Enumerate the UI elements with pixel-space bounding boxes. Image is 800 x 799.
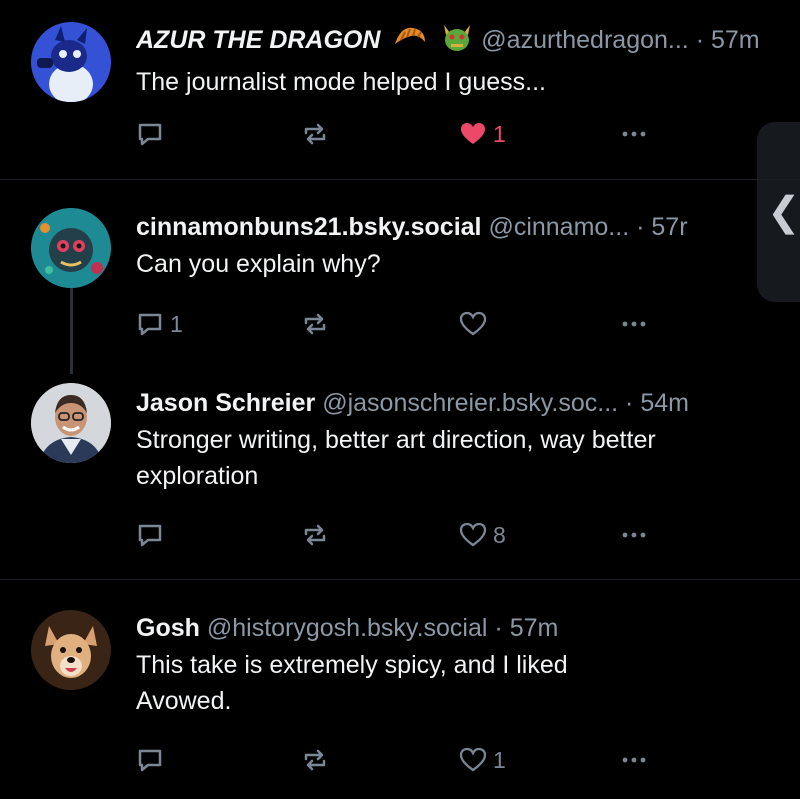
repost-button[interactable] xyxy=(301,519,335,551)
handle[interactable]: @azurthedragon... xyxy=(481,26,688,54)
avatar[interactable] xyxy=(31,208,111,288)
dragon-face-emoji xyxy=(440,23,474,60)
avatar[interactable] xyxy=(31,383,111,463)
reply-button[interactable]: 1 xyxy=(136,308,183,340)
handle[interactable]: @jasonschreier.bsky.soc... xyxy=(322,389,618,417)
post-actions: 1 xyxy=(136,744,656,776)
dog-avatar-image xyxy=(31,610,111,690)
post-azur[interactable]: AZUR THE DRAGON @azurthedragon... · 57m … xyxy=(0,0,800,180)
heart-filled-icon xyxy=(461,123,485,144)
reply-icon xyxy=(138,123,162,146)
dragon-avatar-image xyxy=(31,22,111,102)
post-text: The journalist mode helped I guess... xyxy=(136,68,546,96)
post-text: Stronger writing, better art direction, … xyxy=(136,426,656,490)
person-avatar-image xyxy=(31,383,111,463)
post-actions: 8 xyxy=(136,519,656,551)
like-button[interactable]: 1 xyxy=(459,118,506,150)
handle[interactable]: @historygosh.bsky.social xyxy=(207,614,488,642)
post-jason-schreier[interactable]: Jason Schreier @jasonschreier.bsky.soc..… xyxy=(0,365,800,580)
like-count: 1 xyxy=(493,746,506,773)
handle[interactable]: @cinnamo... xyxy=(488,213,629,241)
reply-count: 1 xyxy=(170,310,183,337)
post-cinnamonbuns[interactable]: cinnamonbuns21.bsky.social @cinnamo... ·… xyxy=(0,180,800,365)
reply-icon xyxy=(138,749,162,772)
avatar[interactable] xyxy=(31,610,111,690)
like-button[interactable] xyxy=(459,308,493,340)
display-name[interactable]: AZUR THE DRAGON xyxy=(136,26,380,54)
post-header: AZUR THE DRAGON @azurthedragon... · 57m xyxy=(136,23,770,60)
ellipsis-icon xyxy=(622,321,646,327)
display-name[interactable]: cinnamonbuns21.bsky.social xyxy=(136,213,481,241)
post-text: Can you explain why? xyxy=(136,250,381,278)
heart-outline-icon xyxy=(459,747,487,772)
repost-button[interactable] xyxy=(301,118,335,150)
art-avatar-image xyxy=(31,208,111,288)
repost-button[interactable] xyxy=(301,744,335,776)
timestamp[interactable]: 57m xyxy=(510,614,559,642)
timestamp[interactable]: 57m xyxy=(711,26,760,54)
post-header: Jason Schreier @jasonschreier.bsky.soc..… xyxy=(136,389,689,417)
post-header: Gosh @historygosh.bsky.social · 57m xyxy=(136,614,559,642)
more-options-button[interactable] xyxy=(620,744,648,776)
timestamp[interactable]: 54m xyxy=(640,389,689,417)
more-options-button[interactable] xyxy=(620,118,648,150)
croissant-emoji xyxy=(393,24,427,59)
more-options-button[interactable] xyxy=(620,308,648,340)
repost-icon xyxy=(304,313,326,335)
timestamp[interactable]: 57r xyxy=(651,213,687,241)
avatar[interactable] xyxy=(31,22,111,102)
reply-button[interactable] xyxy=(136,118,170,150)
post-actions: 1 xyxy=(136,118,656,150)
like-button[interactable]: 1 xyxy=(459,744,506,776)
reply-icon xyxy=(138,524,162,547)
reply-button[interactable] xyxy=(136,519,170,551)
reply-icon xyxy=(138,313,162,336)
display-name[interactable]: Gosh xyxy=(136,614,200,642)
display-name[interactable]: Jason Schreier xyxy=(136,389,315,417)
heart-outline-icon xyxy=(459,311,487,336)
post-text: This take is extremely spicy, and I like… xyxy=(136,651,568,715)
ellipsis-icon xyxy=(622,532,646,538)
like-count: 8 xyxy=(493,521,506,548)
reply-button[interactable] xyxy=(136,744,170,776)
ellipsis-icon xyxy=(622,757,646,763)
repost-icon xyxy=(304,749,326,771)
more-options-button[interactable] xyxy=(620,519,648,551)
like-button[interactable]: 8 xyxy=(459,519,506,551)
post-header: cinnamonbuns21.bsky.social @cinnamo... ·… xyxy=(136,213,688,241)
repost-icon xyxy=(304,524,326,546)
like-count: 1 xyxy=(493,120,506,147)
heart-outline-icon xyxy=(459,522,487,547)
repost-icon xyxy=(304,123,326,145)
post-actions: 1 xyxy=(136,308,656,340)
ellipsis-icon xyxy=(622,131,646,137)
post-gosh[interactable]: Gosh @historygosh.bsky.social · 57m This… xyxy=(0,580,800,799)
repost-button[interactable] xyxy=(301,308,335,340)
